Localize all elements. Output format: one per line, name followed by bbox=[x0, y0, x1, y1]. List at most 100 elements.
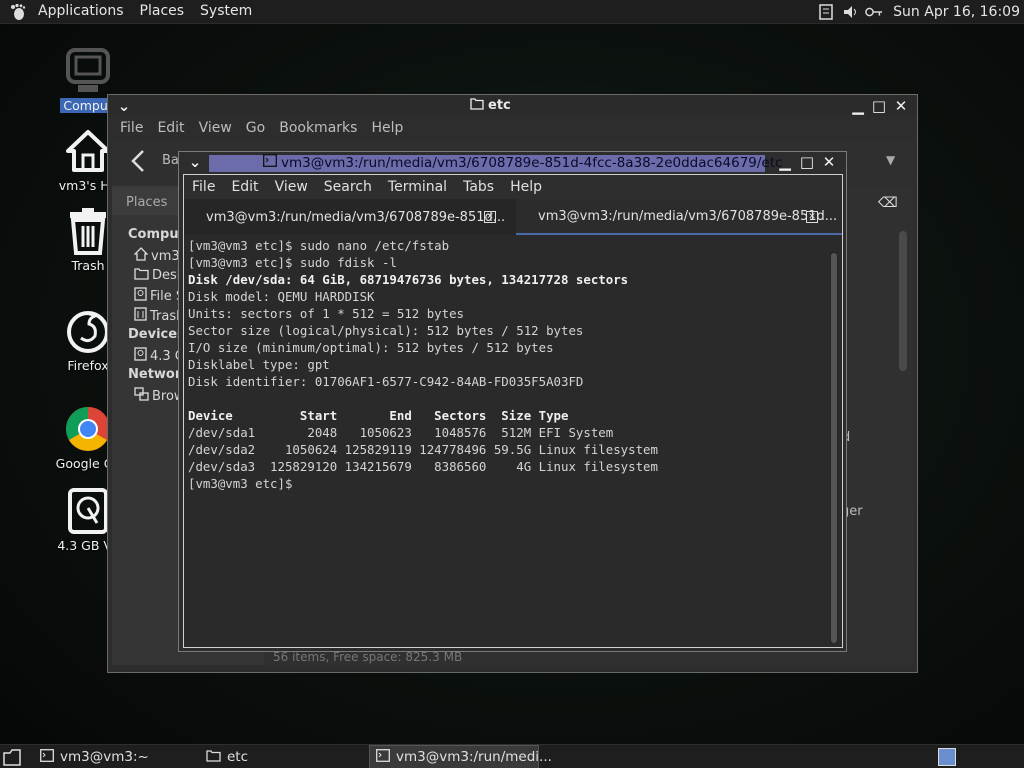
file-manager-title-text: etc bbox=[488, 98, 511, 113]
term-menu-edit[interactable]: Edit bbox=[223, 179, 266, 195]
firefox-icon bbox=[63, 306, 113, 356]
minimize-button[interactable]: ▁ bbox=[850, 97, 866, 115]
terminal-line: /dev/sda2 1050624 125829119 124778496 59… bbox=[188, 442, 658, 457]
file-manager-status: 56 items, Free space: 825.3 MB bbox=[273, 650, 463, 664]
folder-icon bbox=[206, 749, 221, 766]
sidebar-item-desktop[interactable]: Desk bbox=[134, 267, 184, 284]
home-icon bbox=[133, 247, 149, 265]
sidebar-section-devices: Devices bbox=[128, 327, 185, 342]
volume-icon[interactable] bbox=[841, 3, 859, 21]
workspace-switcher[interactable] bbox=[938, 748, 956, 766]
taskbar-item-terminal-active[interactable]: vm3@vm3:/run/medi... bbox=[369, 745, 552, 768]
terminal-icon bbox=[40, 748, 54, 766]
terminal-line: Disk /dev/sda: 64 GiB, 68719476736 bytes… bbox=[188, 272, 629, 287]
close-button[interactable]: ✕ bbox=[821, 153, 837, 171]
sidebar-item-browse-network[interactable]: Brow bbox=[134, 387, 185, 405]
clock[interactable]: Sun Apr 16, 16:09 bbox=[889, 4, 1020, 20]
tab-label: vm3@vm3:/run/media/vm3/6708789e-851d... bbox=[206, 209, 506, 225]
taskbar-item-file-manager[interactable]: etc bbox=[200, 745, 368, 768]
file-manager-menubar: File Edit View Go Bookmarks Help bbox=[112, 117, 912, 139]
terminal-scrollbar-thumb[interactable] bbox=[831, 253, 837, 643]
taskbar-item-terminal-home[interactable]: vm3@vm3:~ bbox=[34, 745, 200, 768]
bottom-panel: vm3@vm3:~ etc vm3@vm3:/run/medi... bbox=[0, 744, 1024, 768]
network-icon bbox=[134, 387, 149, 405]
sidebar-item-trash[interactable]: Trash bbox=[134, 307, 184, 325]
tab-close-icon[interactable]: ✕ bbox=[806, 211, 818, 223]
file-manager-titlebar[interactable]: ⌄ etc ▁ □ ✕ bbox=[108, 95, 917, 117]
term-menu-terminal[interactable]: Terminal bbox=[380, 179, 455, 195]
network-icon[interactable] bbox=[817, 3, 835, 21]
dropdown-chevron-icon[interactable]: ▼ bbox=[886, 153, 895, 167]
trash-icon bbox=[63, 206, 113, 256]
back-chevron-icon[interactable] bbox=[130, 149, 154, 173]
terminal-body: File Edit View Search Terminal Tabs Help… bbox=[183, 174, 843, 648]
tab-close-icon[interactable]: ✕ bbox=[484, 211, 496, 223]
terminal-tab-2[interactable]: vm3@vm3:/run/media/vm3/6708789e-851d... … bbox=[516, 199, 842, 235]
terminal-window: ⌄ vm3@vm3:/run/media/vm3/6708789e-851d-4… bbox=[178, 151, 847, 652]
top-panel: Applications Places System Sun Apr 16, 1… bbox=[0, 0, 1024, 24]
terminal-line: [vm3@vm3 etc]$ sudo nano /etc/fstab bbox=[188, 238, 450, 253]
maximize-button[interactable]: □ bbox=[799, 153, 815, 171]
drive-icon bbox=[134, 347, 147, 365]
file-manager-scrollbar[interactable] bbox=[899, 231, 907, 371]
gnome-foot-icon[interactable] bbox=[8, 2, 28, 22]
term-menu-help[interactable]: Help bbox=[502, 179, 550, 195]
sidebar-item-home[interactable]: vm3 bbox=[133, 247, 180, 265]
terminal-menubar: File Edit View Search Terminal Tabs Help bbox=[184, 175, 842, 199]
drive-icon bbox=[63, 486, 113, 536]
close-button[interactable]: ✕ bbox=[893, 97, 909, 115]
taskbar-item-label: etc bbox=[227, 749, 249, 765]
terminal-line: [vm3@vm3 etc]$ sudo fdisk -l bbox=[188, 255, 397, 270]
file-manager-title: etc bbox=[470, 97, 511, 114]
window-menu-chevron-icon[interactable]: ⌄ bbox=[187, 153, 203, 171]
show-desktop-icon[interactable] bbox=[2, 747, 22, 767]
sidebar-item-filesystem[interactable]: File S bbox=[134, 287, 184, 305]
fm-menu-file[interactable]: File bbox=[112, 120, 149, 136]
folder-icon bbox=[470, 97, 484, 114]
drive-icon bbox=[134, 287, 147, 305]
menu-applications[interactable]: Applications bbox=[30, 0, 132, 24]
desktop-icon-label: Firefox bbox=[67, 358, 109, 373]
term-menu-tabs[interactable]: Tabs bbox=[455, 179, 502, 195]
desktop-icon-label: Trash bbox=[71, 258, 105, 273]
terminal-line: Units: sectors of 1 * 512 = 512 bytes bbox=[188, 306, 465, 321]
terminal-title-text: vm3@vm3:/run/media/vm3/6708789e-851d-4fc… bbox=[281, 154, 783, 171]
terminal-tab-bar: vm3@vm3:/run/media/vm3/6708789e-851d... … bbox=[184, 199, 842, 235]
sidebar-item-label: vm3 bbox=[151, 248, 180, 264]
window-menu-chevron-icon[interactable]: ⌄ bbox=[116, 97, 132, 115]
keyring-icon[interactable] bbox=[865, 3, 883, 21]
terminal-title: vm3@vm3:/run/media/vm3/6708789e-851d-4fc… bbox=[263, 154, 782, 171]
home-icon bbox=[63, 126, 113, 176]
terminal-line: [vm3@vm3 etc]$ bbox=[188, 476, 300, 491]
terminal-icon bbox=[263, 154, 277, 171]
term-menu-view[interactable]: View bbox=[267, 179, 316, 195]
terminal-line: Disk identifier: 01706AF1-6577-C942-84AB… bbox=[188, 374, 584, 389]
computer-icon bbox=[63, 46, 113, 96]
term-menu-search[interactable]: Search bbox=[316, 179, 380, 195]
terminal-line: Disk model: QEMU HARDDISK bbox=[188, 289, 375, 304]
terminal-line: I/O size (minimum/optimal): 512 bytes / … bbox=[188, 340, 554, 355]
toolbar-back-label: Ba bbox=[162, 153, 179, 168]
menu-system[interactable]: System bbox=[192, 0, 260, 24]
fm-menu-bookmarks[interactable]: Bookmarks bbox=[271, 120, 363, 136]
tab-label: vm3@vm3:/run/media/vm3/6708789e-851d... bbox=[538, 208, 838, 224]
taskbar-item-label: vm3@vm3:~ bbox=[60, 749, 149, 765]
minimize-button[interactable]: ▁ bbox=[777, 153, 793, 171]
fm-menu-edit[interactable]: Edit bbox=[149, 120, 190, 136]
terminal-line: /dev/sda1 2048 1050623 1048576 512M EFI … bbox=[188, 425, 614, 440]
menu-places[interactable]: Places bbox=[132, 0, 193, 24]
fm-menu-help[interactable]: Help bbox=[363, 120, 409, 136]
taskbar-item-label: vm3@vm3:/run/medi... bbox=[396, 749, 552, 765]
terminal-tab-1[interactable]: vm3@vm3:/run/media/vm3/6708789e-851d... … bbox=[184, 199, 516, 235]
fm-menu-view[interactable]: View bbox=[191, 120, 238, 136]
terminal-titlebar[interactable]: ⌄ vm3@vm3:/run/media/vm3/6708789e-851d-4… bbox=[179, 152, 846, 174]
terminal-line: Device Start End Sectors Size Type bbox=[188, 408, 569, 423]
term-menu-file[interactable]: File bbox=[184, 179, 223, 195]
terminal-line: /dev/sda3 125829120 134215679 8386560 4G… bbox=[188, 459, 658, 474]
terminal-output[interactable]: [vm3@vm3 etc]$ sudo nano /etc/fstab [vm3@… bbox=[186, 235, 830, 643]
fm-menu-go[interactable]: Go bbox=[238, 120, 271, 136]
clear-search-icon[interactable]: ⌫ bbox=[878, 195, 898, 211]
sidebar-section-computer: Comput bbox=[128, 227, 185, 242]
maximize-button[interactable]: □ bbox=[871, 97, 887, 115]
